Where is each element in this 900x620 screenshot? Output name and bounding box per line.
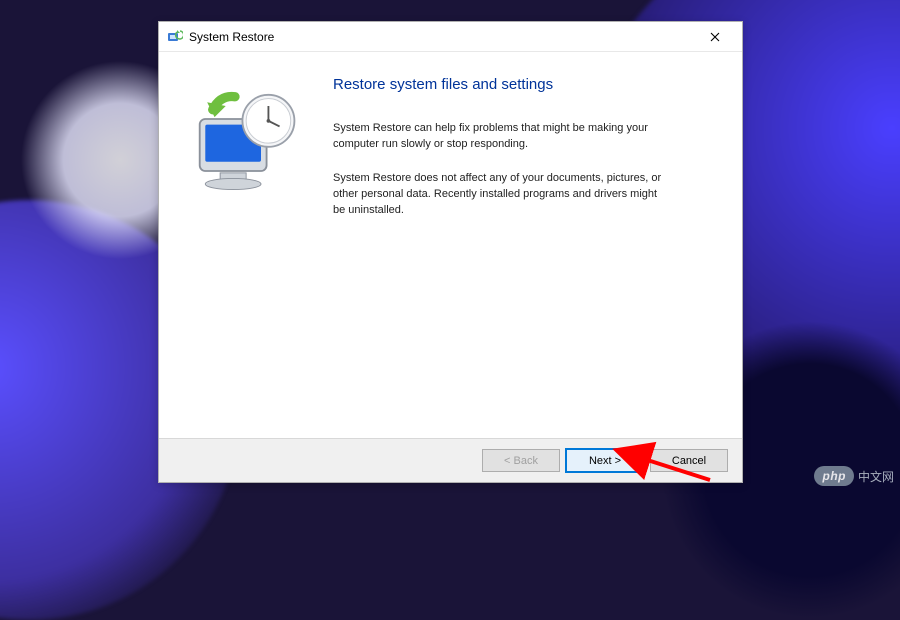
close-button[interactable]: [694, 23, 736, 51]
next-button[interactable]: Next >: [566, 449, 644, 472]
system-restore-icon: [167, 29, 183, 45]
watermark: php 中文网: [814, 466, 894, 486]
back-button: < Back: [482, 449, 560, 472]
window-title: System Restore: [189, 30, 694, 44]
dialog-heading: Restore system files and settings: [333, 76, 718, 93]
close-icon: [710, 32, 720, 42]
titlebar: System Restore: [159, 22, 742, 52]
intro-paragraph-1: System Restore can help fix problems tha…: [333, 121, 663, 153]
system-restore-dialog: System Restore: [158, 21, 743, 483]
watermark-text: 中文网: [858, 468, 894, 485]
cancel-button[interactable]: Cancel: [650, 449, 728, 472]
button-bar: < Back Next > Cancel: [159, 438, 742, 482]
text-column: Restore system files and settings System…: [333, 76, 718, 428]
intro-paragraph-2: System Restore does not affect any of yo…: [333, 171, 663, 219]
restore-illustration: [183, 76, 333, 428]
dialog-content: Restore system files and settings System…: [159, 52, 742, 438]
watermark-brand: php: [814, 466, 854, 486]
